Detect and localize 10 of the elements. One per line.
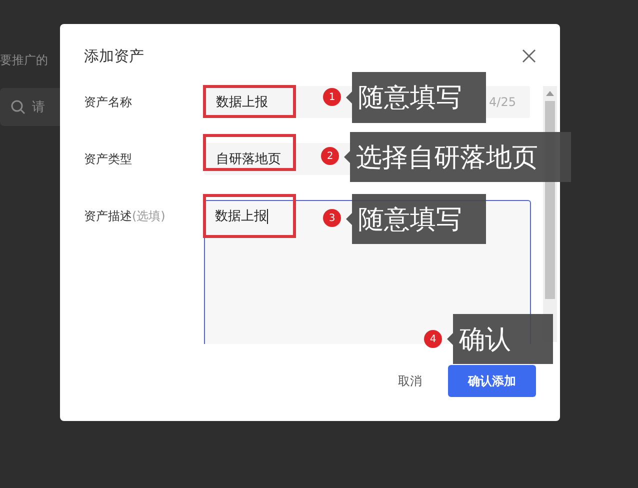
char-counter: 4/25: [489, 95, 516, 109]
callout-tooltip: 随意填写: [346, 72, 486, 123]
field-label: 资产类型: [84, 151, 133, 168]
callout-tooltip: 选择自研落地页: [344, 132, 571, 182]
field-label: 资产描述(选填): [84, 208, 166, 225]
field-label: 资产名称: [84, 94, 133, 111]
callout-tooltip: 确认: [447, 314, 553, 364]
background-text: 要推广的: [0, 52, 48, 69]
dialog-title: 添加资产: [84, 46, 144, 66]
callout-tooltip: 随意填写: [346, 194, 486, 244]
